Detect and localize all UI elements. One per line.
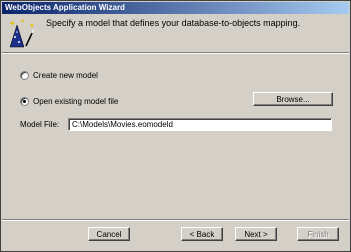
svg-text:✦: ✦ [20,18,25,25]
svg-text:✦: ✦ [9,19,16,28]
footer-divider [2,219,349,221]
back-button[interactable]: < Back [181,227,223,241]
create-new-model-option[interactable]: Create new model [20,71,98,80]
magic-wand-icon: ✦ ✦ ✦ [9,18,35,48]
finish-button[interactable]: Finish [297,227,339,241]
cancel-button[interactable]: Cancel [88,227,130,241]
open-existing-model-radio[interactable] [20,97,29,106]
create-new-model-label: Create new model [33,71,98,80]
wizard-window: WebObjects Application Wizard ✦ ✦ ✦ Spec… [0,0,351,252]
browse-button[interactable]: Browse... [253,92,333,106]
model-file-label: Model File: [20,120,60,129]
title-bar: WebObjects Application Wizard [2,2,349,14]
create-new-model-radio[interactable] [20,71,29,80]
wizard-header: ✦ ✦ ✦ Specify a model that defines your … [2,15,349,51]
header-divider [2,52,349,54]
open-existing-model-option[interactable]: Open existing model file [20,97,118,106]
instruction-text: Specify a model that defines your databa… [46,18,301,28]
model-file-field[interactable]: C:\Models\Movies.eomodeld [68,118,332,131]
svg-text:✦: ✦ [29,22,35,30]
next-button[interactable]: Next > [235,227,277,241]
open-existing-model-label: Open existing model file [33,97,119,106]
